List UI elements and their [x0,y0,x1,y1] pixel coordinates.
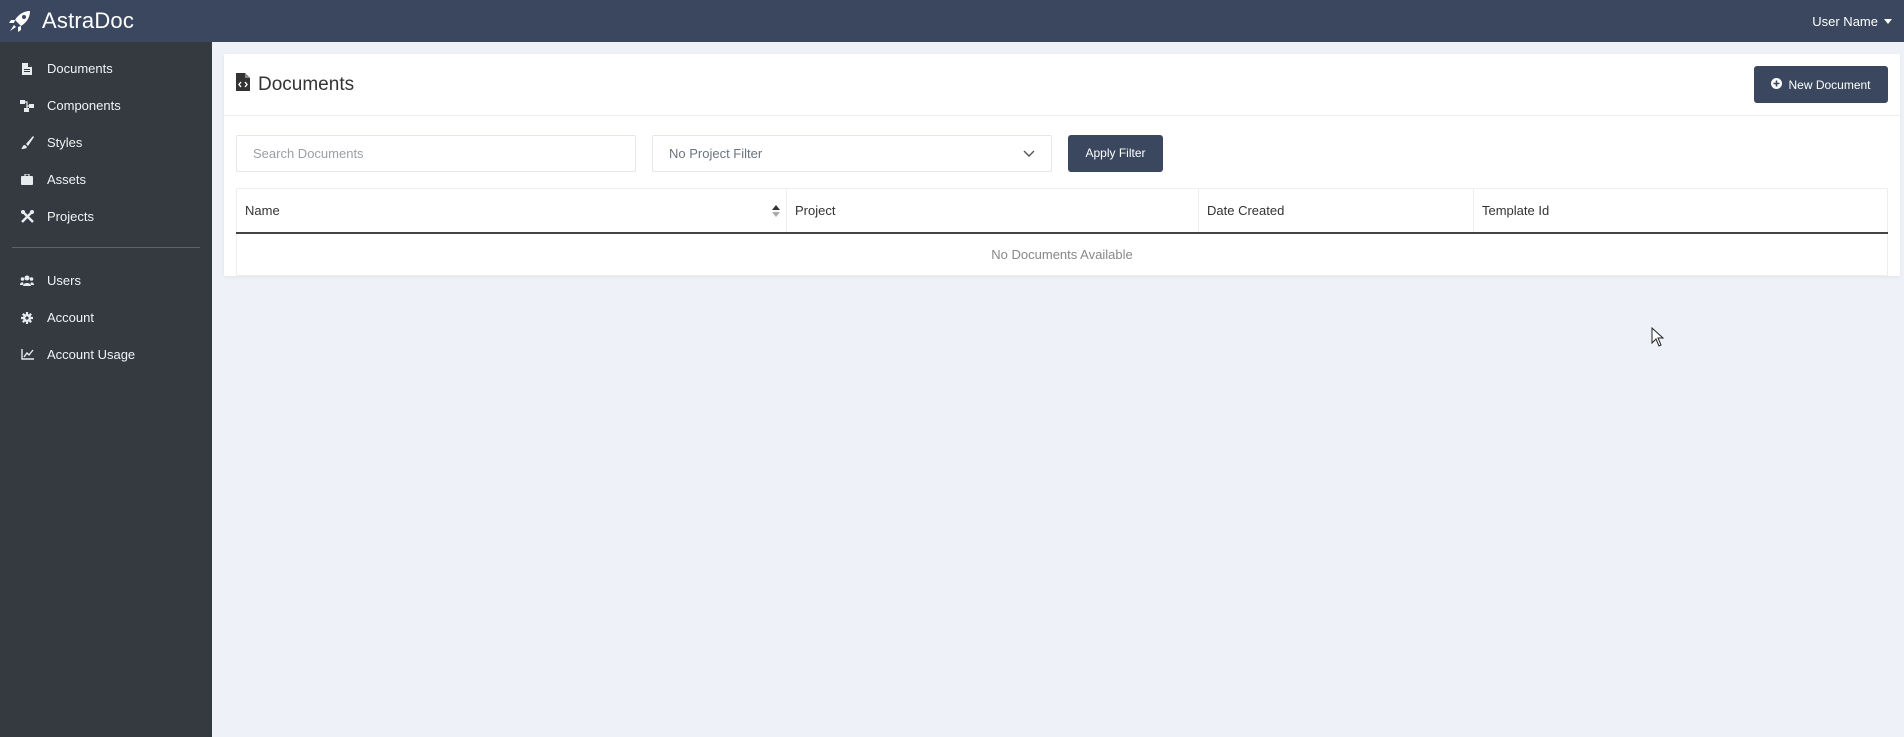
caret-down-icon [1884,18,1892,24]
sitemap-icon [20,99,34,113]
project-filter-value: No Project Filter [669,145,763,161]
sidebar-item-styles[interactable]: Styles [0,124,212,161]
brush-icon [20,136,34,150]
column-header-label: Project [795,202,836,218]
apply-filter-button[interactable]: Apply Filter [1068,134,1163,172]
sidebar: Documents Components Styles Assets Proje… [0,42,212,737]
plus-circle-icon [1771,77,1783,92]
new-document-button[interactable]: New Document [1754,66,1888,103]
rocket-icon [6,7,34,35]
sidebar-item-label: Projects [47,209,94,224]
sidebar-item-label: Users [47,273,81,288]
documents-table: Name Project Date Created Template Id No [236,188,1888,276]
brand[interactable]: AstraDoc [6,7,134,35]
gear-icon [20,311,34,325]
column-header-label: Template Id [1482,202,1550,218]
table-header-row: Name Project Date Created Template Id [236,188,1888,234]
sort-icon [772,205,780,217]
brand-name: AstraDoc [42,8,135,33]
table-row: No Documents Available [236,232,1888,276]
mouse-cursor-icon [1651,326,1665,347]
user-name: User Name [1812,13,1878,29]
chart-line-icon [20,348,34,362]
file-icon [20,62,34,76]
briefcase-icon [20,173,34,187]
new-document-label: New Document [1788,77,1871,92]
sidebar-divider [12,247,200,248]
column-header-name[interactable]: Name [236,188,787,234]
chevron-down-icon [1023,146,1035,161]
sidebar-item-components[interactable]: Components [0,87,212,124]
search-input[interactable] [236,134,636,172]
card-header: Documents New Document [224,54,1900,116]
sidebar-item-label: Account [47,310,94,325]
sidebar-item-assets[interactable]: Assets [0,161,212,198]
sidebar-item-account-usage[interactable]: Account Usage [0,336,212,373]
page-title-text: Documents [258,73,355,95]
sidebar-item-users[interactable]: Users [0,262,212,299]
sidebar-item-label: Styles [47,135,83,150]
page-title: Documents [236,73,354,96]
column-header-project[interactable]: Project [786,188,1199,234]
column-header-label: Name [245,202,280,218]
column-header-label: Date Created [1207,202,1285,218]
sidebar-item-label: Documents [47,61,113,76]
users-icon [20,274,34,288]
sidebar-item-projects[interactable]: Projects [0,198,212,235]
column-header-date-created[interactable]: Date Created [1198,188,1474,234]
empty-message: No Documents Available [236,232,1888,276]
tools-icon [20,210,34,224]
sidebar-item-label: Assets [47,172,87,187]
sidebar-item-documents[interactable]: Documents [0,50,212,87]
column-header-template-id[interactable]: Template Id [1473,188,1888,234]
sidebar-item-account[interactable]: Account [0,299,212,336]
filter-bar: No Project Filter Apply Filter [224,116,1900,178]
file-code-icon [236,73,250,96]
sidebar-item-label: Account Usage [47,347,136,362]
top-navbar: AstraDoc User Name [0,0,1904,42]
project-filter-select[interactable]: No Project Filter [652,134,1052,172]
user-menu-dropdown[interactable]: User Name [1812,14,1892,29]
documents-card: Documents New Document No Project Filter… [224,54,1900,276]
sidebar-item-label: Components [47,98,121,113]
